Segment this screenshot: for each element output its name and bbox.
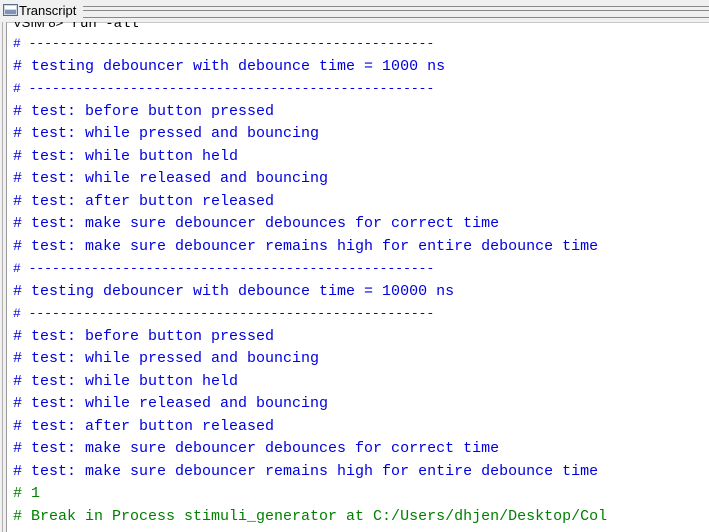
transcript-line: # test: before button pressed — [13, 327, 275, 345]
transcript-line: # Break in Process stimuli_generator at … — [13, 507, 608, 525]
transcript-line: # 1 — [13, 485, 41, 502]
transcript-line: # --------------------------------------… — [13, 306, 435, 321]
transcript-line: # test: after button released — [13, 417, 275, 435]
transcript-window-icon — [3, 4, 18, 16]
transcript-line: # test: make sure debouncer debounces fo… — [13, 440, 500, 457]
prompt-command: run -all — [63, 22, 139, 32]
panel-left-border — [0, 22, 7, 532]
transcript-line: # test: while button held — [13, 372, 239, 390]
transcript-line: # --------------------------------------… — [13, 261, 435, 276]
transcript-line: # test: make sure debouncer debounces fo… — [13, 215, 500, 232]
transcript-title: Transcript — [19, 3, 77, 18]
transcript-line: # test: before button pressed — [13, 102, 275, 120]
transcript-line: # test: after button released — [13, 192, 275, 210]
transcript-line: # --------------------------------------… — [13, 36, 435, 51]
transcript-line: # test: while button held — [13, 147, 239, 165]
transcript-output[interactable]: VSIM 8> run -all # ---------------------… — [13, 22, 709, 532]
transcript-line: # testing debouncer with debounce time =… — [13, 282, 455, 300]
prompt-label: VSIM 8> — [13, 22, 64, 30]
transcript-line: # test: while pressed and bouncing — [13, 125, 320, 142]
transcript-line: # test: make sure debouncer remains high… — [13, 237, 599, 255]
transcript-line: # test: make sure debouncer remains high… — [13, 462, 599, 480]
transcript-line: # test: while released and bouncing — [13, 170, 329, 187]
titlebar-drag-grip[interactable] — [83, 6, 709, 18]
transcript-line: # test: while pressed and bouncing — [13, 350, 320, 367]
transcript-line: # testing debouncer with debounce time =… — [13, 57, 446, 75]
transcript-titlebar[interactable]: Transcript — [0, 0, 709, 23]
transcript-line: # --------------------------------------… — [13, 81, 435, 96]
transcript-line: # test: while released and bouncing — [13, 395, 329, 412]
command-prompt: VSIM 8> run -all — [13, 22, 139, 32]
